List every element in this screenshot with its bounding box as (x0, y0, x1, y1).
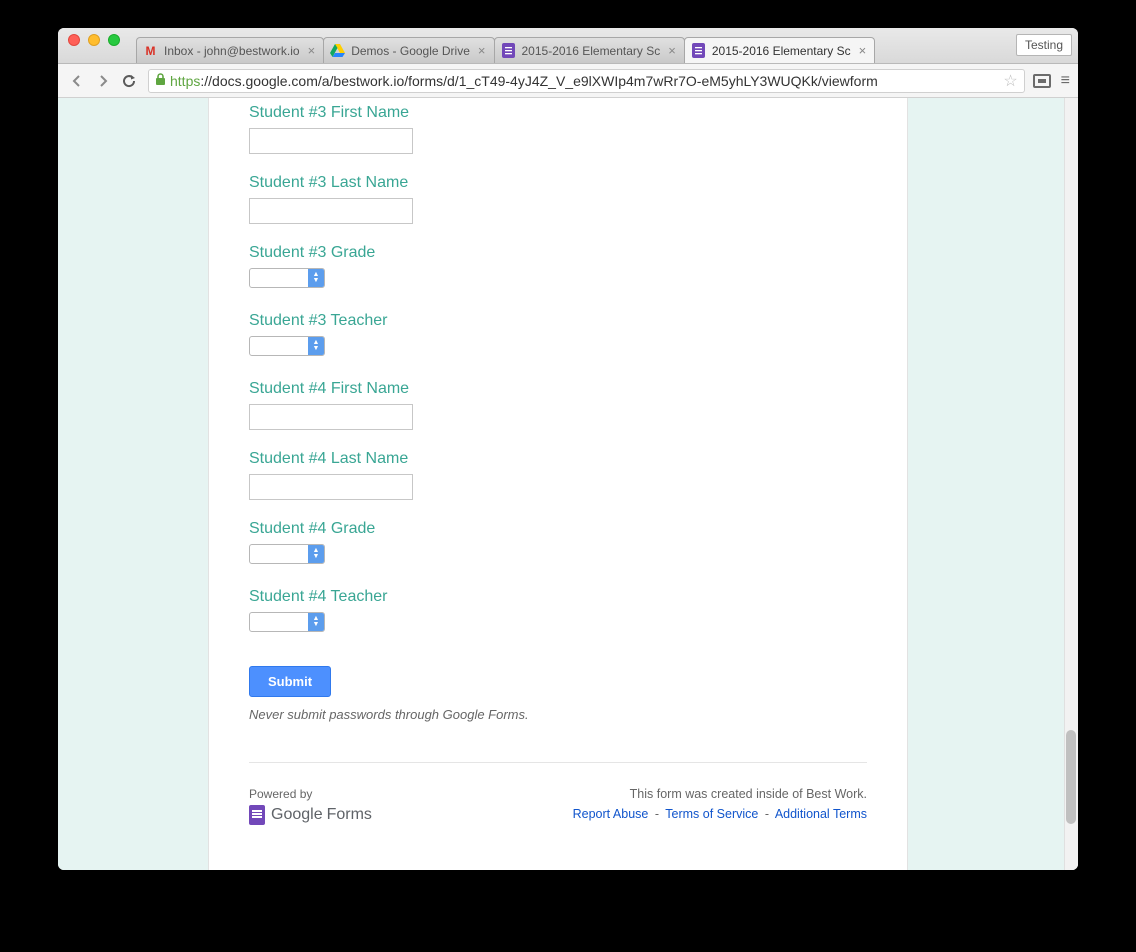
question-label: Student #3 Grade (249, 244, 867, 262)
tab-form-2[interactable]: 2015-2016 Elementary Sc × (684, 37, 875, 63)
question-label: Student #4 Last Name (249, 450, 867, 468)
question-label: Student #3 Teacher (249, 312, 867, 330)
report-abuse-link[interactable]: Report Abuse (573, 807, 649, 821)
field-student3-lastname: Student #3 Last Name (249, 174, 867, 224)
bookmark-icon[interactable]: ☆ (1003, 71, 1017, 91)
tab-title: 2015-2016 Elementary Sc (712, 44, 851, 58)
titlebar: M Inbox - john@bestwork.io × Demos - Goo… (58, 28, 1078, 64)
additional-terms-link[interactable]: Additional Terms (775, 807, 867, 821)
scrollbar[interactable] (1064, 98, 1078, 870)
student4-lastname-input[interactable] (249, 474, 413, 500)
powered-by-block: Powered by Google Forms (249, 787, 372, 825)
window-close-button[interactable] (68, 34, 80, 46)
brand-google: Google (271, 806, 323, 824)
field-student4-grade: Student #4 Grade ▲▼ (249, 520, 867, 568)
back-button[interactable] (66, 70, 88, 92)
student3-firstname-input[interactable] (249, 128, 413, 154)
terms-of-service-link[interactable]: Terms of Service (665, 807, 758, 821)
brand-forms: Forms (327, 806, 372, 824)
lock-icon (155, 73, 166, 89)
field-student4-lastname: Student #4 Last Name (249, 450, 867, 500)
field-student3-grade: Student #3 Grade ▲▼ (249, 244, 867, 292)
student3-grade-select[interactable]: ▲▼ (249, 268, 325, 288)
student4-grade-select[interactable]: ▲▼ (249, 544, 325, 564)
forms-icon (249, 805, 265, 825)
url-path: ://docs.google.com/a/bestwork.io/forms/d… (200, 73, 877, 89)
chevron-updown-icon: ▲▼ (308, 337, 324, 355)
tab-drive[interactable]: Demos - Google Drive × (323, 37, 494, 63)
address-bar[interactable]: https://docs.google.com/a/bestwork.io/fo… (148, 69, 1025, 93)
forward-button[interactable] (92, 70, 114, 92)
field-student4-firstname: Student #4 First Name (249, 380, 867, 430)
password-disclaimer: Never submit passwords through Google Fo… (249, 707, 867, 722)
drive-icon (330, 43, 345, 58)
present-icon[interactable] (1033, 74, 1051, 88)
form-card: Student #3 First Name Student #3 Last Na… (208, 98, 908, 870)
student4-firstname-input[interactable] (249, 404, 413, 430)
gmail-icon: M (143, 43, 158, 58)
tab-form-1[interactable]: 2015-2016 Elementary Sc × (494, 37, 685, 63)
footer-right: This form was created inside of Best Wor… (573, 787, 867, 821)
url-protocol: https (170, 73, 200, 89)
chevron-updown-icon: ▲▼ (308, 269, 324, 287)
footer-links: Report Abuse - Terms of Service - Additi… (573, 807, 867, 821)
created-inside-text: This form was created inside of Best Wor… (573, 787, 867, 801)
submit-button[interactable]: Submit (249, 666, 331, 697)
browser-window: M Inbox - john@bestwork.io × Demos - Goo… (58, 28, 1078, 870)
tab-title: Demos - Google Drive (351, 44, 470, 58)
question-label: Student #3 First Name (249, 104, 867, 122)
google-forms-brand[interactable]: Google Forms (249, 805, 372, 825)
forms-icon (691, 43, 706, 58)
form-footer: Powered by Google Forms This form was cr… (249, 763, 867, 855)
field-student4-teacher: Student #4 Teacher ▲▼ (249, 588, 867, 636)
traffic-lights (58, 28, 130, 46)
tab-gmail[interactable]: M Inbox - john@bestwork.io × (136, 37, 324, 63)
chevron-updown-icon: ▲▼ (308, 545, 324, 563)
field-student3-firstname: Student #3 First Name (249, 98, 867, 154)
question-label: Student #4 Grade (249, 520, 867, 538)
chevron-updown-icon: ▲▼ (308, 613, 324, 631)
forms-icon (501, 43, 516, 58)
close-icon[interactable]: × (666, 43, 678, 58)
tab-strip: M Inbox - john@bestwork.io × Demos - Goo… (136, 28, 1078, 63)
menu-icon[interactable]: ≡ (1061, 72, 1070, 90)
window-minimize-button[interactable] (88, 34, 100, 46)
student3-lastname-input[interactable] (249, 198, 413, 224)
powered-by-label: Powered by (249, 787, 372, 801)
toolbar: https://docs.google.com/a/bestwork.io/fo… (58, 64, 1078, 98)
toolbar-right: ≡ (1033, 72, 1070, 90)
question-label: Student #3 Last Name (249, 174, 867, 192)
tab-title: 2015-2016 Elementary Sc (522, 44, 661, 58)
close-icon[interactable]: × (476, 43, 488, 58)
window-zoom-button[interactable] (108, 34, 120, 46)
reload-button[interactable] (118, 70, 140, 92)
page-viewport: Student #3 First Name Student #3 Last Na… (58, 98, 1078, 870)
question-label: Student #4 First Name (249, 380, 867, 398)
close-icon[interactable]: × (306, 43, 318, 58)
field-student3-teacher: Student #3 Teacher ▲▼ (249, 312, 867, 360)
student4-teacher-select[interactable]: ▲▼ (249, 612, 325, 632)
tab-title: Inbox - john@bestwork.io (164, 44, 300, 58)
question-label: Student #4 Teacher (249, 588, 867, 606)
close-icon[interactable]: × (857, 43, 869, 58)
scrollbar-thumb[interactable] (1066, 730, 1076, 824)
testing-badge: Testing (1016, 34, 1072, 56)
student3-teacher-select[interactable]: ▲▼ (249, 336, 325, 356)
